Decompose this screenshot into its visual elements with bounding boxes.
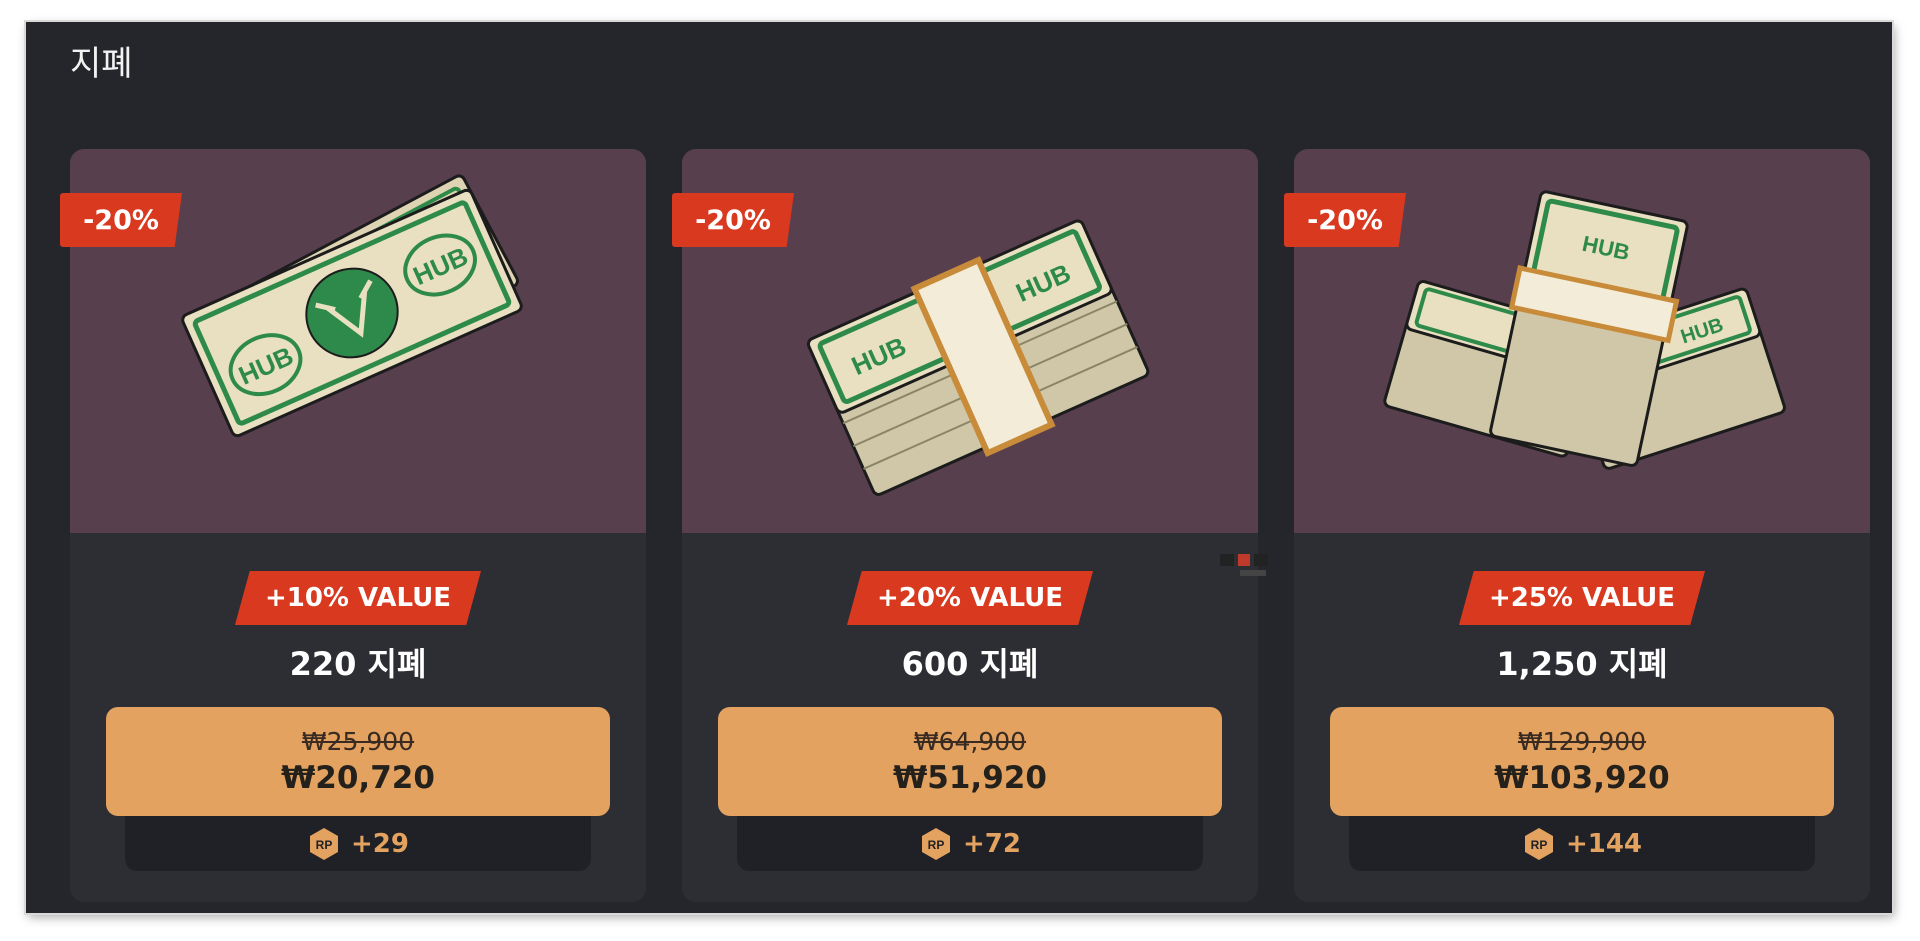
rp-bonus-value: +144 <box>1565 828 1643 859</box>
rp-bonus-bar: RP +144 <box>1349 816 1815 871</box>
currency-amount: 220 지폐 <box>289 645 427 683</box>
value-badge: +20% VALUE <box>846 571 1094 625</box>
buy-button[interactable]: ₩64,900 ₩51,920 <box>718 707 1222 816</box>
svg-text:RP: RP <box>316 838 333 852</box>
store-section: 지폐 HUB HUB -20% +10% VALUE 220 지폐 ₩25,90… <box>26 22 1892 913</box>
rp-coin-icon: RP <box>307 827 341 861</box>
value-badge: +10% VALUE <box>234 571 482 625</box>
currency-amount: 600 지폐 <box>901 645 1039 683</box>
watermark-logo <box>1218 550 1270 580</box>
original-price: ₩25,900 <box>301 726 415 756</box>
rp-bonus-value: +29 <box>351 828 409 859</box>
discount-badge: -20% <box>672 193 794 247</box>
rp-bonus-bar: RP +29 <box>125 816 591 871</box>
sale-price: ₩51,920 <box>893 759 1047 796</box>
buy-button[interactable]: ₩129,900 ₩103,920 <box>1330 707 1834 816</box>
section-title: 지폐 <box>70 44 133 84</box>
product-card-1250[interactable]: HUB HUB -20% +25% VALUE 1,250 지폐 ₩129,90… <box>1284 149 1870 902</box>
rp-coin-icon: RP <box>1522 827 1556 861</box>
svg-text:RP: RP <box>1531 838 1548 852</box>
currency-amount: 1,250 지폐 <box>1496 645 1668 683</box>
original-price: ₩64,900 <box>913 726 1027 756</box>
discount-badge: -20% <box>60 193 182 247</box>
product-card-600[interactable]: HUB HUB -20% +20% VALUE 600 지폐 ₩64,900 ₩… <box>672 149 1258 902</box>
rp-coin-icon: RP <box>919 827 953 861</box>
rp-bonus-value: +72 <box>963 828 1021 859</box>
sale-price: ₩103,920 <box>1494 759 1670 796</box>
original-price: ₩129,900 <box>1517 726 1647 756</box>
discount-badge: -20% <box>1284 193 1406 247</box>
svg-text:RP: RP <box>928 838 945 852</box>
product-card-220[interactable]: HUB HUB -20% +10% VALUE 220 지폐 ₩25,900 ₩… <box>60 149 646 902</box>
buy-button[interactable]: ₩25,900 ₩20,720 <box>106 707 610 816</box>
value-badge: +25% VALUE <box>1458 571 1706 625</box>
sale-price: ₩20,720 <box>281 759 435 796</box>
rp-bonus-bar: RP +72 <box>737 816 1203 871</box>
